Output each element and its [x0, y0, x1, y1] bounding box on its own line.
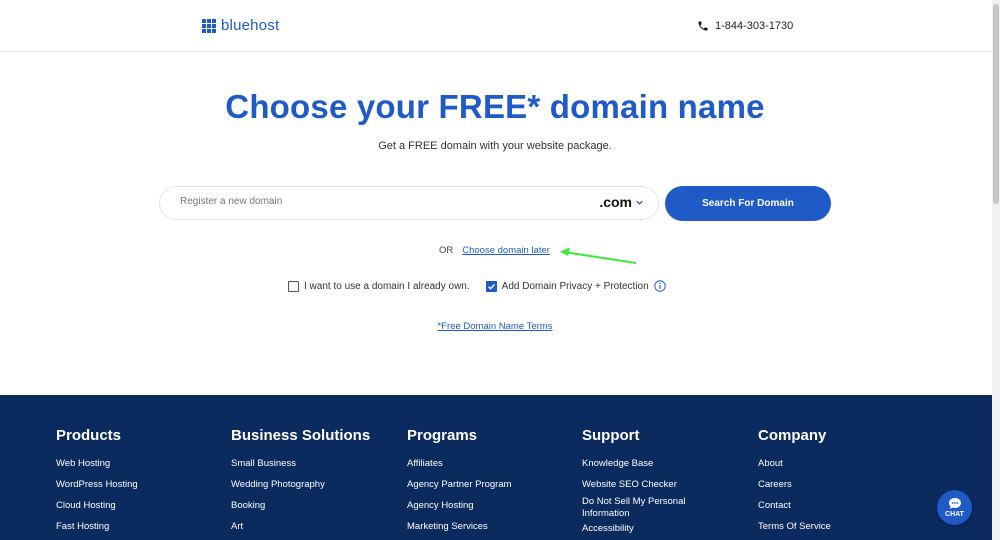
- own-domain-label: I want to use a domain I already own.: [304, 280, 470, 292]
- footer-link[interactable]: Small Business: [231, 458, 370, 479]
- logo-grid-icon: [202, 18, 216, 33]
- scrollbar-thumb[interactable]: [993, 4, 999, 204]
- footer-link[interactable]: Careers: [758, 479, 831, 500]
- domain-search-box: .com: [159, 186, 659, 220]
- page-scrollbar[interactable]: [992, 0, 1000, 540]
- checkmark-icon: [487, 283, 495, 290]
- tld-select[interactable]: .com: [599, 194, 644, 210]
- footer-heading: Business Solutions: [231, 427, 371, 444]
- own-domain-option[interactable]: I want to use a domain I already own.: [288, 280, 470, 292]
- page-title: Choose your FREE* domain name: [225, 88, 765, 125]
- choose-domain-later-link[interactable]: Choose domain later: [462, 245, 550, 256]
- free-domain-terms-link[interactable]: *Free Domain Name Terms: [438, 321, 553, 332]
- info-icon[interactable]: [653, 280, 666, 292]
- footer-link[interactable]: Knowledge Base: [582, 458, 702, 479]
- footer-link[interactable]: About: [758, 458, 831, 479]
- terms-row: *Free Domain Name Terms: [0, 321, 990, 332]
- footer-column-business: Business Solutions Small Business Weddin…: [231, 427, 370, 540]
- footer-link[interactable]: Contact: [758, 500, 831, 521]
- footer-link[interactable]: Terms Of Service: [758, 521, 831, 540]
- privacy-checkbox[interactable]: [485, 280, 497, 292]
- tld-selected-value: .com: [599, 194, 632, 210]
- footer-link[interactable]: Wedding Photography: [231, 479, 370, 500]
- footer-column-support: Support Knowledge Base Website SEO Check…: [582, 427, 702, 540]
- or-label: OR: [439, 245, 454, 256]
- footer-link[interactable]: WordPress Hosting: [56, 479, 138, 500]
- chat-bubble-icon: [948, 498, 961, 509]
- search-domain-button[interactable]: Search For Domain: [665, 186, 831, 221]
- footer-link[interactable]: Do Not Sell My Personal Information: [582, 496, 702, 523]
- bluehost-logo[interactable]: bluehost: [202, 17, 279, 34]
- footer-link[interactable]: Booking: [231, 500, 370, 521]
- domain-options: I want to use a domain I already own. Ad…: [288, 280, 666, 292]
- footer-column-company: Company About Careers Contact Terms Of S…: [758, 427, 831, 540]
- footer-column-products: Products Web Hosting WordPress Hosting C…: [56, 427, 138, 540]
- footer-link[interactable]: Web Hosting: [56, 458, 138, 479]
- phone-number: 1-844-303-1730: [715, 20, 794, 32]
- own-domain-checkbox[interactable]: [288, 280, 299, 292]
- footer-heading: Support: [582, 427, 640, 444]
- privacy-label: Add Domain Privacy + Protection: [501, 280, 649, 292]
- footer-link[interactable]: Accessibility: [582, 523, 702, 540]
- footer-heading: Programs: [407, 427, 478, 444]
- footer-link[interactable]: Agency Partner Program: [407, 479, 512, 500]
- footer-link[interactable]: Cloud Hosting: [56, 500, 138, 521]
- footer-heading: Products: [56, 427, 122, 444]
- footer-heading: Company: [758, 427, 827, 444]
- footer-link[interactable]: Fast Hosting: [56, 521, 138, 540]
- logo-text: bluehost: [221, 17, 280, 34]
- phone-link[interactable]: 1-844-303-1730: [697, 20, 793, 32]
- phone-icon: [698, 21, 708, 31]
- annotation-arrow-icon: [560, 247, 637, 264]
- chat-label: CHAT: [945, 511, 964, 518]
- footer-link[interactable]: Agency Hosting: [407, 500, 512, 521]
- domain-search-input[interactable]: [180, 196, 560, 207]
- footer-link[interactable]: Affiliates: [407, 458, 512, 479]
- site-header: bluehost 1-844-303-1730: [0, 0, 1000, 52]
- alternate-option: OR Choose domain later: [439, 245, 550, 256]
- site-footer: Products Web Hosting WordPress Hosting C…: [0, 395, 992, 540]
- chevron-down-icon: [636, 200, 643, 205]
- chat-button[interactable]: CHAT: [937, 490, 972, 525]
- footer-link[interactable]: Marketing Services: [407, 521, 512, 540]
- footer-link[interactable]: Art: [231, 521, 370, 540]
- page-subtitle: Get a FREE domain with your website pack…: [378, 140, 612, 152]
- privacy-option[interactable]: Add Domain Privacy + Protection: [485, 280, 666, 292]
- footer-column-programs: Programs Affiliates Agency Partner Progr…: [407, 427, 512, 540]
